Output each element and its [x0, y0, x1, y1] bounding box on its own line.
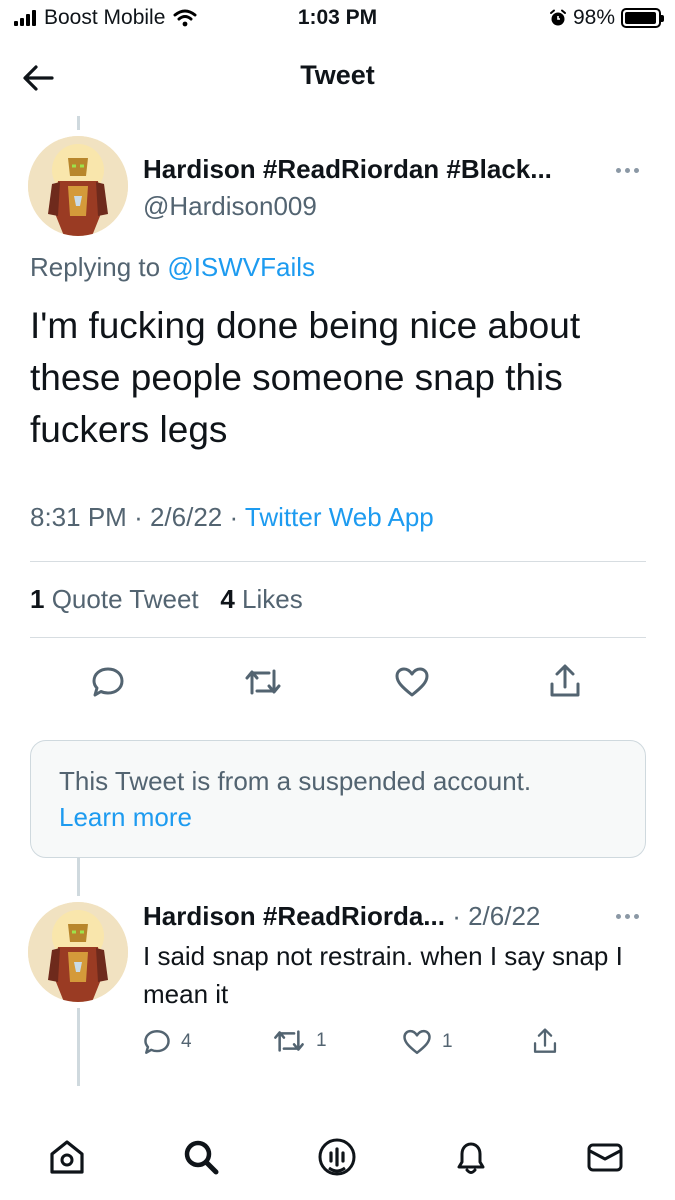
avatar-image [28, 136, 128, 236]
reply-retweet-button[interactable]: 1 [272, 1028, 327, 1054]
tab-messages[interactable] [580, 1132, 630, 1182]
retweet-icon [274, 1030, 304, 1052]
battery-icon [621, 8, 664, 28]
reply-like-button[interactable]: 1 [402, 1028, 453, 1056]
thread-line-reply [77, 1008, 80, 1086]
meta-separator: · [134, 502, 150, 532]
likes-label: Likes [242, 584, 303, 614]
divider [30, 561, 646, 562]
more-options-button[interactable] [616, 160, 639, 180]
tweet-time[interactable]: 8:31 PM [30, 502, 127, 532]
reply-retweet-count: 1 [316, 1030, 327, 1051]
replying-prefix: Replying to [30, 252, 161, 282]
author-handle[interactable]: @Hardison009 [143, 191, 317, 222]
reply-button[interactable] [86, 660, 130, 704]
reply-date[interactable]: · 2/6/22 [452, 901, 540, 931]
retweet-button[interactable] [238, 660, 288, 704]
avatar[interactable] [28, 136, 128, 236]
tweet-stats: 1 Quote Tweet 4 Likes [30, 584, 303, 615]
alarm-icon [549, 9, 566, 26]
envelope-icon [587, 1143, 623, 1172]
thread-line [77, 858, 80, 896]
divider [30, 637, 646, 638]
thread-line-top [77, 116, 80, 130]
tab-search[interactable] [176, 1132, 226, 1182]
reply-author-name: Hardison #ReadRiorda... · 2/6/22 [143, 901, 540, 932]
author-name[interactable]: Hardison #ReadRiordan #Black... [143, 154, 552, 185]
likes-stat[interactable]: 4 Likes [220, 584, 302, 614]
quote-label: Quote Tweet [51, 584, 199, 614]
home-icon [50, 1140, 84, 1174]
reply-reply-button[interactable]: 4 [143, 1028, 192, 1056]
speech-bubble-icon [92, 667, 124, 697]
header: Tweet [0, 40, 675, 116]
tweet-date[interactable]: 2/6/22 [150, 502, 222, 532]
bell-icon [457, 1142, 485, 1174]
reply-reply-count: 4 [181, 1031, 192, 1052]
tweet-meta: 8:31 PM · 2/6/22 · Twitter Web App [30, 502, 434, 533]
reply-more-options-button[interactable] [616, 906, 639, 926]
reply-share-button[interactable] [532, 1026, 558, 1056]
tweet-source[interactable]: Twitter Web App [245, 502, 434, 532]
reply-author[interactable]: Hardison #ReadRiorda... [143, 901, 445, 931]
heart-icon [395, 667, 429, 697]
share-icon [550, 664, 580, 697]
tweet-text: I'm fucking done being nice about these … [30, 305, 581, 450]
status-right: 98% [549, 6, 664, 30]
share-icon [533, 1028, 557, 1053]
tab-spaces[interactable] [312, 1132, 362, 1182]
search-icon [184, 1140, 219, 1175]
page-title: Tweet [300, 60, 375, 90]
heart-icon [403, 1029, 431, 1055]
speech-bubble-icon [144, 1030, 170, 1054]
tab-home[interactable] [42, 1132, 92, 1182]
share-button[interactable] [543, 658, 587, 704]
retweet-icon [245, 669, 281, 695]
replying-to-link[interactable]: @ISWVFails [167, 252, 315, 282]
battery-fill [625, 12, 657, 24]
suspended-notice: This Tweet is from a suspended account. … [30, 740, 646, 858]
tab-notifications[interactable] [446, 1132, 496, 1182]
avatar-image [28, 902, 128, 1002]
like-count: 4 [220, 584, 235, 614]
suspended-text: This Tweet is from a suspended account. [59, 766, 532, 796]
reply-text: I said snap not restrain. when I say sna… [143, 941, 623, 1009]
meta-separator: · [229, 502, 245, 532]
replying-to: Replying to @ISWVFails [30, 252, 315, 283]
reply-avatar[interactable] [28, 902, 128, 1002]
battery-percent: 98% [572, 6, 615, 29]
reply-like-count: 1 [442, 1031, 453, 1052]
learn-more-link[interactable]: Learn more [59, 799, 617, 835]
spaces-icon [318, 1138, 356, 1176]
bottom-tab-bar [0, 1110, 675, 1200]
status-bar: Boost Mobile 1:03 PM 98% [0, 0, 675, 40]
quote-tweets-stat[interactable]: 1 Quote Tweet [30, 584, 199, 614]
quote-count: 1 [30, 584, 45, 614]
like-button[interactable] [389, 660, 435, 704]
